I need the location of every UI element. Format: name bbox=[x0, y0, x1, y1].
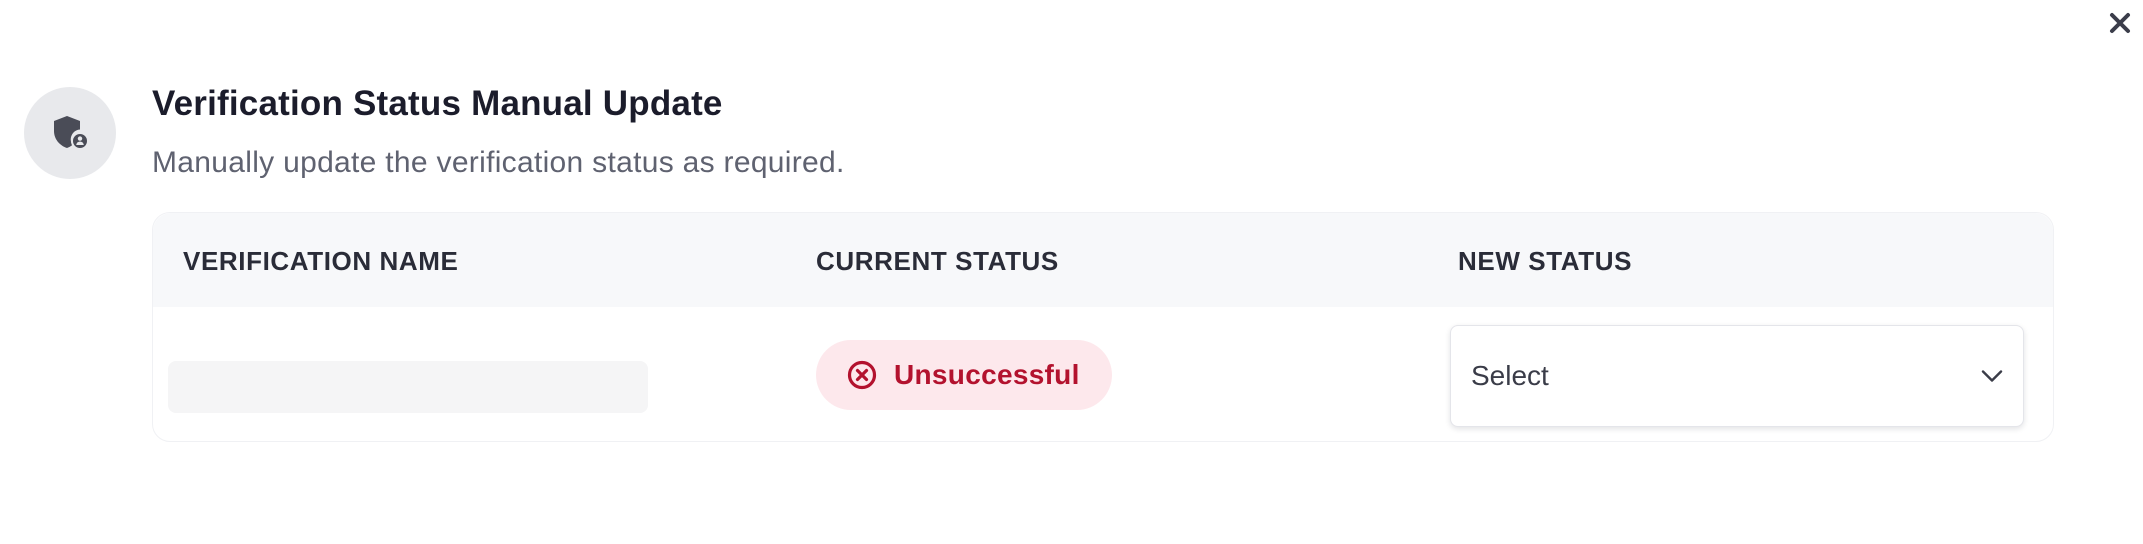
verification-table: VERIFICATION NAME CURRENT STATUS NEW STA… bbox=[152, 212, 2054, 442]
column-header-new-status: NEW STATUS bbox=[1458, 246, 1633, 276]
shield-user-icon bbox=[54, 116, 89, 150]
current-status-label: Unsuccessful bbox=[894, 359, 1080, 390]
new-status-select-value: Select bbox=[1471, 360, 1549, 391]
chevron-down-icon bbox=[1981, 370, 2003, 382]
x-circle-icon bbox=[847, 360, 877, 390]
dialog-subtitle: Manually update the verification status … bbox=[152, 146, 845, 179]
header-icon-badge bbox=[24, 87, 116, 179]
current-status-badge: Unsuccessful bbox=[816, 340, 1112, 410]
dialog-title: Verification Status Manual Update bbox=[152, 84, 723, 123]
column-header-verification-name: VERIFICATION NAME bbox=[183, 246, 459, 276]
verification-status-dialog: Verification Status Manual Update Manual… bbox=[0, 0, 2143, 544]
table-header: VERIFICATION NAME CURRENT STATUS NEW STA… bbox=[153, 213, 2053, 307]
column-header-current-status: CURRENT STATUS bbox=[816, 246, 1059, 276]
new-status-select[interactable]: Select bbox=[1450, 325, 2024, 427]
verification-name-cell bbox=[168, 361, 648, 413]
close-button[interactable] bbox=[2103, 6, 2137, 40]
close-icon bbox=[2110, 13, 2130, 33]
